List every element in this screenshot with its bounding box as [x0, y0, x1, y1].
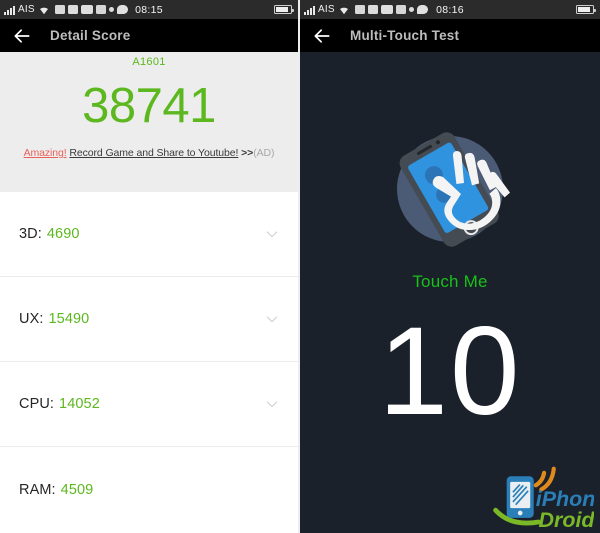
carrier-label: AIS	[18, 4, 35, 15]
ad-banner[interactable]: Amazing! Record Game and Share to Youtub…	[0, 147, 298, 159]
score-row-cpu[interactable]: CPU: 14052	[0, 362, 298, 447]
device-model-label: A1601	[132, 56, 166, 68]
score-breakdown-list: 3D: 4690 UX: 15490 CPU: 14052 RAM: 4509	[0, 192, 298, 532]
right-status-bar: AIS 08:16	[300, 0, 600, 19]
score-row-value: 14052	[59, 396, 100, 412]
app-icon-4	[95, 5, 106, 14]
app-icon-1	[54, 5, 65, 14]
status-bar-left-group: AIS	[4, 4, 128, 15]
right-app-bar: Multi-Touch Test	[300, 19, 600, 52]
left-app-bar: Detail Score	[0, 19, 298, 52]
signal-bars-icon	[304, 5, 315, 15]
chat-bubble-icon	[116, 5, 128, 14]
battery-icon	[274, 5, 294, 14]
dual-screenshot: AIS 08:15 Detail Score A1601 38741 Amazi…	[0, 0, 600, 533]
status-bar-app-icons	[54, 5, 128, 14]
page-title: Detail Score	[50, 28, 131, 43]
app-icon-3	[80, 5, 93, 14]
touch-icon-container	[300, 129, 600, 264]
signal-bars-icon	[4, 5, 15, 15]
ad-tag-label: (AD)	[253, 147, 275, 159]
back-arrow-icon[interactable]	[12, 26, 32, 46]
chevron-down-icon[interactable]	[264, 311, 280, 327]
score-row-label: 3D:	[19, 226, 42, 242]
right-phone-screen: AIS 08:16 Multi-Touch Test Touch Me 10 i…	[300, 0, 600, 533]
page-title: Multi-Touch Test	[350, 28, 460, 43]
ad-message-text: Record Game and Share to Youtube!	[69, 147, 239, 159]
left-status-bar: AIS 08:15	[0, 0, 298, 19]
wifi-icon	[39, 7, 48, 14]
app-icon-4	[395, 5, 406, 14]
score-summary-header: A1601 38741 Amazing! Record Game and Sha…	[0, 52, 298, 192]
carrier-label: AIS	[318, 4, 335, 15]
watermark-secondary-text: Droid	[539, 508, 594, 531]
iphonedroid-watermark: iPhone Droid	[493, 466, 594, 531]
score-row-3d[interactable]: 3D: 4690	[0, 192, 298, 277]
battery-icon	[576, 5, 596, 14]
wifi-icon	[339, 7, 348, 14]
app-icon-2	[67, 5, 78, 14]
watermark-phone-icon	[506, 476, 534, 518]
score-row-ux[interactable]: UX: 15490	[0, 277, 298, 362]
total-score-value: 38741	[82, 79, 216, 133]
chevron-down-icon[interactable]	[264, 226, 280, 242]
dot-icon	[408, 7, 414, 12]
status-bar-right-group	[576, 5, 596, 14]
score-row-ram[interactable]: RAM: 4509	[0, 447, 298, 532]
score-row-value: 15490	[48, 311, 90, 327]
score-row-value: 4690	[46, 226, 80, 242]
dot-icon	[108, 7, 114, 12]
chevron-down-icon[interactable]	[264, 396, 280, 412]
status-bar-right-group	[274, 5, 294, 14]
status-bar-left-group: AIS	[304, 4, 428, 15]
score-row-label: UX:	[19, 311, 44, 327]
score-row-label: CPU:	[19, 396, 55, 412]
app-icon-2	[367, 5, 378, 14]
ad-highlight-text: Amazing!	[23, 147, 67, 159]
hand-on-phone-icon	[397, 132, 510, 247]
score-row-value: 4509	[60, 481, 94, 498]
score-row-label: RAM:	[19, 481, 56, 498]
left-phone-screen: AIS 08:15 Detail Score A1601 38741 Amazi…	[0, 0, 298, 533]
app-icon-1	[354, 5, 365, 14]
chat-bubble-icon	[416, 5, 428, 14]
ad-arrows: >>	[241, 147, 254, 159]
app-icon-3	[380, 5, 393, 14]
status-bar-app-icons	[354, 5, 428, 14]
touch-prompt-label: Touch Me	[412, 272, 488, 291]
multi-touch-test-area[interactable]: Touch Me 10 iPho Droid	[300, 52, 600, 533]
touch-point-count: 10	[378, 302, 522, 441]
back-arrow-icon[interactable]	[312, 26, 332, 46]
